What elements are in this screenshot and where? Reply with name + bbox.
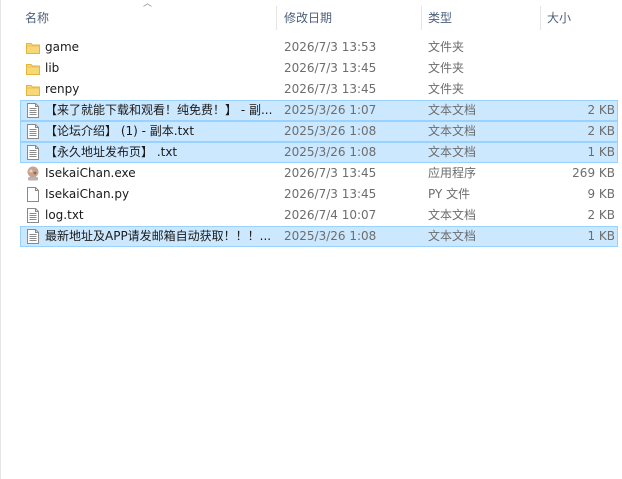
file-row[interactable]: IsekaiChan.exe 2026/7/3 13:45 应用程序 269 KB xyxy=(20,163,618,184)
file-modified-date: 2025/3/26 1:08 xyxy=(284,124,377,138)
column-header-date[interactable]: 修改日期 xyxy=(278,0,422,36)
folder-icon xyxy=(26,82,40,97)
file-name: renpy xyxy=(45,82,80,96)
file-type: 文件夹 xyxy=(428,82,465,96)
file-row[interactable]: renpy 2026/7/3 13:45 文件夹 xyxy=(20,79,618,100)
file-type: 文件夹 xyxy=(428,40,465,54)
file-type: 文本文档 xyxy=(428,103,477,117)
file-row[interactable]: 最新地址及APP请发邮箱自动获取！！！... 2025/3/26 1:08 文本文档… xyxy=(20,226,618,247)
file-name: 【来了就能下载和观看！纯免费！】 - 副... xyxy=(45,103,273,117)
folder-icon xyxy=(26,61,40,76)
file-row[interactable]: log.txt 2026/7/4 10:07 文本文档 2 KB xyxy=(20,205,618,226)
text-file-icon xyxy=(26,103,40,118)
file-row[interactable]: 【论坛介绍】 (1) - 副本.txt 2025/3/26 1:08 文本文档 2 K… xyxy=(20,121,618,142)
file-row[interactable]: game 2026/7/3 13:53 文件夹 xyxy=(20,37,618,58)
column-header-name[interactable]: 名称 xyxy=(19,0,277,36)
column-divider[interactable] xyxy=(276,6,277,30)
column-header-type[interactable]: 类型 xyxy=(422,0,541,36)
file-size: 2 KB xyxy=(587,208,615,222)
file-modified-date: 2026/7/3 13:45 xyxy=(284,61,377,75)
file-name: 【论坛介绍】 (1) - 副本.txt xyxy=(45,124,195,138)
file-size: 1 KB xyxy=(587,229,615,243)
file-name: lib xyxy=(45,61,60,75)
file-modified-date: 2026/7/3 13:45 xyxy=(284,166,377,180)
column-header-size[interactable]: 大小 xyxy=(541,0,621,36)
file-type: 应用程序 xyxy=(428,166,477,180)
column-header-size-label: 大小 xyxy=(547,11,572,25)
file-type: 文本文档 xyxy=(428,124,477,138)
file-row[interactable]: 【来了就能下载和观看！纯免费！】 - 副... 2025/3/26 1:07 文本文… xyxy=(20,100,618,121)
file-type: 文件夹 xyxy=(428,61,465,75)
file-name: game xyxy=(45,40,80,54)
column-header-bar: ︿ 名称 修改日期 类型 大小 xyxy=(1,0,622,36)
file-size xyxy=(541,38,615,57)
file-type: 文本文档 xyxy=(428,229,477,243)
file-modified-date: 2025/3/26 1:08 xyxy=(284,145,377,159)
file-explorer-window: ︿ 名称 修改日期 类型 大小 game 2026/7/3 13:53 文件夹 lib… xyxy=(0,0,622,479)
file-row[interactable]: 【永久地址发布页】 .txt 2025/3/26 1:08 文本文档 1 KB xyxy=(20,142,618,163)
file-size: 2 KB xyxy=(587,124,615,138)
file-type: PY 文件 xyxy=(428,187,471,201)
file-name: log.txt xyxy=(45,208,84,222)
text-file-icon xyxy=(26,145,40,160)
app-icon xyxy=(26,166,40,181)
file-modified-date: 2026/7/3 13:53 xyxy=(284,40,377,54)
file-type: 文本文档 xyxy=(428,145,477,159)
file-size: 9 KB xyxy=(587,187,615,201)
file-name: 最新地址及APP请发邮箱自动获取！！！... xyxy=(45,229,272,243)
file-icon xyxy=(26,187,40,202)
file-row[interactable]: lib 2026/7/3 13:45 文件夹 xyxy=(20,58,618,79)
file-modified-date: 2025/3/26 1:07 xyxy=(284,103,377,117)
file-list: game 2026/7/3 13:53 文件夹 lib 2026/7/3 13:45 文件… xyxy=(1,37,622,247)
file-name: IsekaiChan.exe xyxy=(45,166,136,180)
file-modified-date: 2026/7/4 10:07 xyxy=(284,208,377,222)
text-file-icon xyxy=(26,229,40,244)
file-modified-date: 2025/3/26 1:08 xyxy=(284,229,377,243)
file-size xyxy=(541,59,615,78)
file-size: 1 KB xyxy=(587,145,615,159)
file-modified-date: 2026/7/3 13:45 xyxy=(284,187,377,201)
column-header-type-label: 类型 xyxy=(428,11,453,25)
file-size xyxy=(541,80,615,99)
file-size: 2 KB xyxy=(587,103,615,117)
file-row[interactable]: IsekaiChan.py 2026/7/3 13:45 PY 文件 9 KB xyxy=(20,184,618,205)
column-header-date-label: 修改日期 xyxy=(284,11,333,25)
text-file-icon xyxy=(26,124,40,139)
file-modified-date: 2026/7/3 13:45 xyxy=(284,82,377,96)
text-file-icon xyxy=(26,208,40,223)
file-name: 【永久地址发布页】 .txt xyxy=(45,145,178,159)
file-name: IsekaiChan.py xyxy=(45,187,130,201)
file-size: 269 KB xyxy=(572,166,615,180)
folder-icon xyxy=(26,40,40,55)
column-header-name-label: 名称 xyxy=(25,11,50,25)
file-type: 文本文档 xyxy=(428,208,477,222)
